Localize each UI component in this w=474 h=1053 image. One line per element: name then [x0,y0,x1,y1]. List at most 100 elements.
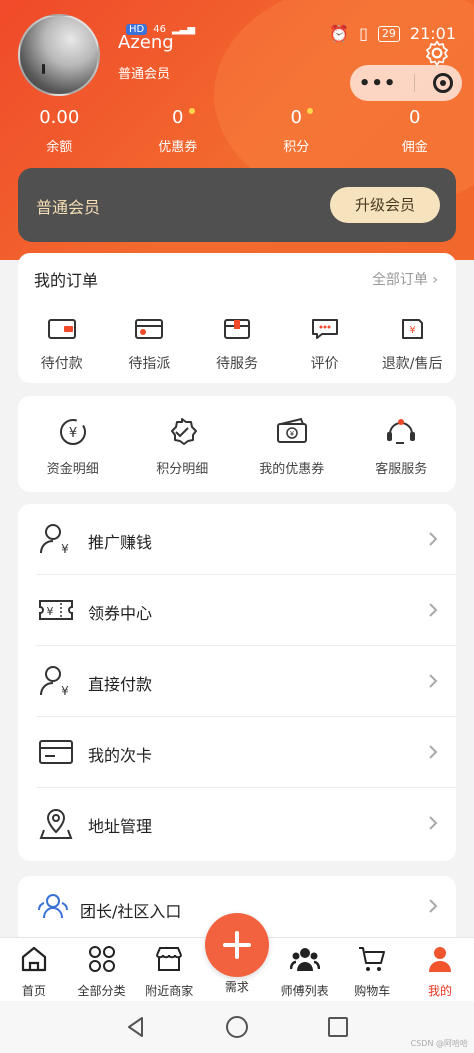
orders-card: 我的订单 全部订单 › 待付款 待指派 待服务 评价 ¥ 退款/售后 [18,253,456,383]
all-orders-link[interactable]: 全部订单 › [372,269,438,289]
svg-text:¥: ¥ [61,684,69,698]
headset-icon [387,419,416,444]
stat-label: 优惠券 [158,140,198,155]
orders-title: 我的订单 [34,271,99,290]
chevron-right-icon [429,532,438,546]
vibrate-icon: ▯ [359,24,368,43]
menu-card: ¥ 推广赚钱 ¥ 领券中心 ¥ 直接付款 我的次卡 地址管理 [18,504,456,861]
more-icon[interactable]: ••• [359,73,397,94]
gear-icon[interactable] [424,40,450,66]
stat-points[interactable]: 0 积分 [237,106,356,155]
chevron-right-icon [429,899,438,913]
services-card: ¥ 资金明细 积分明细 ¥ 我的优惠券 客服服务 [18,396,456,492]
menu-label: 我的次卡 [88,746,153,765]
battery-indicator: 29 [377,25,400,42]
stats-row: 0.00 余额 0 优惠券 0 积分 0 佣金 [0,106,474,155]
tab-label: 全部分类 [77,984,126,998]
chevron-right-icon [429,674,438,688]
service-list: ¥ 资金明细 积分明细 ¥ 我的优惠券 客服服务 [18,416,456,477]
home-circle-icon[interactable] [225,1015,249,1039]
stat-label: 佣金 [401,140,428,155]
recents-square-icon[interactable] [326,1015,350,1039]
menu-label: 领券中心 [88,604,153,623]
avatar-figure [42,64,45,74]
order-status-list: 待付款 待指派 待服务 评价 ¥ 退款/售后 [18,317,456,373]
tab-cart[interactable]: 购物车 [338,938,406,1001]
tab-label: 需求 [224,980,249,994]
tab-home[interactable]: 首页 [0,938,68,1001]
menu-row-address[interactable]: 地址管理 [18,788,456,859]
order-pending-service[interactable]: 待服务 [193,317,281,373]
svg-text:¥: ¥ [69,426,77,441]
avatar[interactable] [18,14,100,96]
menu-label: 推广赚钱 [88,533,153,552]
service-points-details[interactable]: 积分明细 [128,416,238,477]
close-target-icon[interactable] [433,73,454,93]
menu-row-coupon-center[interactable]: ¥ 领券中心 [18,575,456,646]
coupon-icon: ¥ [276,417,307,443]
service-label: 客服服务 [375,462,428,477]
team-label: 团长/社区入口 [80,902,182,921]
grid-icon [88,946,115,972]
stat-value: 0 [409,107,421,128]
tab-mine[interactable]: 我的 [406,938,474,1001]
card-icon [135,319,164,339]
tab-label: 购物车 [354,984,391,998]
tab-label: 我的 [427,984,452,998]
member-level: 普通会员 [118,67,171,82]
stat-coupons[interactable]: 0 优惠券 [119,106,238,155]
service-my-coupons[interactable]: ¥ 我的优惠券 [237,416,347,477]
card-icon [39,740,73,764]
stat-value: 0 [290,107,302,128]
order-status-label: 退款/售后 [381,356,443,372]
order-pending-payment[interactable]: 待付款 [18,317,106,373]
stat-value: 0 [172,107,184,128]
order-status-label: 评价 [310,356,339,372]
upgrade-button[interactable]: 升级会员 [330,187,440,223]
chevron-right-icon [429,745,438,759]
order-refund[interactable]: ¥ 退款/售后 [368,317,456,373]
order-status-label: 待指派 [128,356,171,372]
notification-dot [307,108,313,114]
miniprogram-capsule[interactable]: ••• [350,65,462,101]
box-icon [223,319,250,339]
svg-text:¥: ¥ [47,605,54,618]
cart-icon [359,947,386,971]
order-review[interactable]: 评价 [281,317,369,373]
stat-commission[interactable]: 0 佣金 [356,106,474,155]
order-pending-assign[interactable]: 待指派 [106,317,194,373]
refund-icon: ¥ [402,319,424,339]
service-customer-service[interactable]: 客服服务 [347,416,457,477]
add-demand-button[interactable] [205,913,269,977]
chevron-right-icon [429,816,438,830]
svg-text:¥: ¥ [61,542,69,556]
badge-check-icon [171,418,198,445]
user-yen-icon: ¥ [40,666,69,698]
member-card: 普通会员 升级会员 [18,168,456,242]
menu-label: 直接付款 [88,675,153,694]
service-label: 积分明细 [156,462,209,477]
alarm-icon: ⏰ [329,24,350,43]
tab-categories[interactable]: 全部分类 [68,938,136,1001]
menu-row-times-card[interactable]: 我的次卡 [18,717,456,788]
username: Azeng [118,32,174,53]
chevron-right-icon [429,603,438,617]
tab-label: 师傅列表 [280,984,329,998]
tab-master-list[interactable]: 师傅列表 [271,938,339,1001]
svg-text:¥: ¥ [290,430,295,438]
home-icon [21,946,46,972]
service-fund-details[interactable]: ¥ 资金明细 [18,416,128,477]
svg-text:¥: ¥ [409,325,415,336]
person-icon [428,947,451,972]
stat-value: 0.00 [39,107,80,128]
back-triangle-icon[interactable] [124,1015,148,1039]
stat-label: 积分 [283,140,310,155]
chevron-right-icon: › [432,272,438,288]
ticket-icon: ¥ [39,600,73,620]
order-status-label: 待服务 [215,356,258,372]
tab-nearby-stores[interactable]: 附近商家 [135,938,203,1001]
menu-row-direct-pay[interactable]: ¥ 直接付款 [18,646,456,717]
people-icon [289,948,320,971]
stat-balance[interactable]: 0.00 余额 [0,106,119,155]
menu-row-promote[interactable]: ¥ 推广赚钱 [18,504,456,575]
